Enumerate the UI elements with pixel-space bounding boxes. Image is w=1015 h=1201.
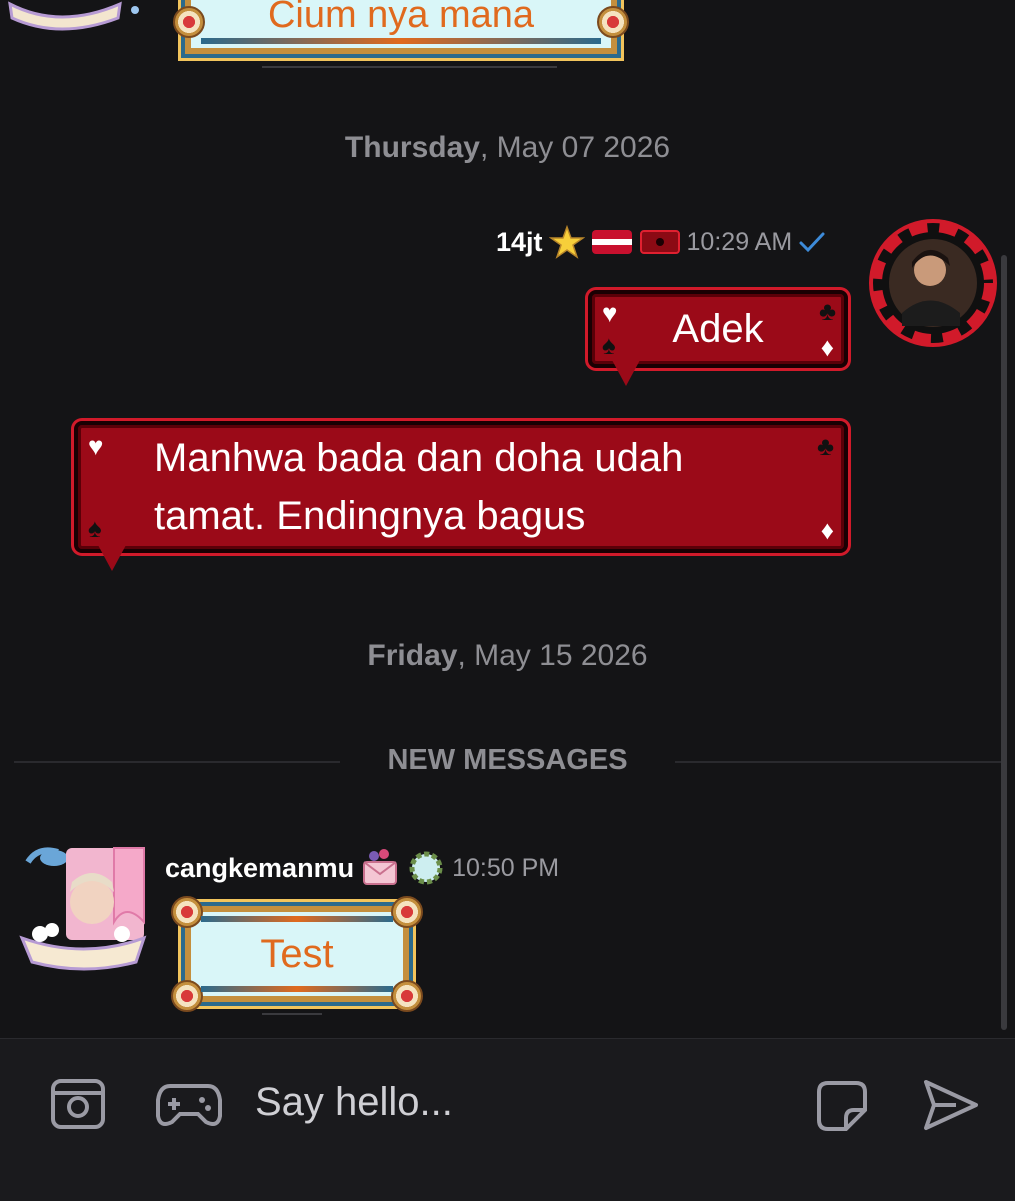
outgoing-message-bubble[interactable]: ♥ ♣ ♠ ♦ Manhwa bada dan doha udah tamat.… bbox=[74, 421, 848, 553]
new-messages-label: NEW MESSAGES bbox=[387, 744, 628, 776]
previous-avatar[interactable] bbox=[0, 0, 150, 32]
message-text: Adek bbox=[672, 307, 764, 351]
message-text: Test bbox=[260, 932, 334, 976]
outgoing-message-bubble[interactable]: ♥ ♣ ♠ ♦ Adek bbox=[588, 290, 848, 368]
sticker-icon[interactable] bbox=[816, 1080, 868, 1137]
incoming-meta: cangkemanmu 10:50 PM bbox=[165, 848, 559, 888]
message-input[interactable]: Say hello... bbox=[255, 1080, 453, 1125]
previous-message-bubble[interactable]: Cium nya mana bbox=[173, 0, 629, 54]
diamond-icon: ♦ bbox=[820, 515, 834, 545]
flag-badge-icon bbox=[591, 230, 632, 254]
outgoing-avatar[interactable] bbox=[868, 218, 998, 348]
love-letter-icon bbox=[363, 849, 398, 885]
date-separator: Thursday, May 07 2026 bbox=[344, 131, 671, 164]
heart-icon: ♥ bbox=[88, 431, 104, 461]
ornament-icon bbox=[171, 980, 203, 1012]
ornament-icon bbox=[391, 980, 423, 1012]
scrollbar[interactable] bbox=[1001, 255, 1007, 1030]
divider bbox=[262, 66, 557, 68]
previous-message-text: Cium nya mana bbox=[267, 0, 535, 36]
checkmark-icon bbox=[799, 232, 825, 253]
incoming-avatar[interactable] bbox=[18, 842, 150, 974]
wreath-icon bbox=[409, 851, 443, 885]
gamepad-icon[interactable] bbox=[156, 1080, 222, 1135]
message-text: Manhwa bada dan doha udah tamat. Endingn… bbox=[154, 436, 684, 538]
send-icon[interactable] bbox=[922, 1076, 980, 1139]
ornament-icon bbox=[391, 896, 423, 928]
star-icon bbox=[548, 225, 585, 259]
camera-icon[interactable] bbox=[50, 1078, 106, 1135]
club-icon: ♣ bbox=[816, 431, 834, 461]
message-time: 10:29 AM bbox=[686, 227, 793, 256]
bubble-tail bbox=[612, 360, 640, 386]
date-separator: Friday, May 15 2026 bbox=[367, 639, 648, 672]
incoming-message-bubble[interactable]: Test bbox=[171, 896, 423, 1012]
divider bbox=[262, 1013, 322, 1015]
message-time: 10:50 PM bbox=[452, 853, 560, 882]
card-badge-icon bbox=[639, 230, 680, 254]
bubble-tail bbox=[98, 545, 126, 571]
spade-icon: ♠ bbox=[88, 513, 102, 543]
outgoing-meta: 14jt 10:29 AM bbox=[496, 224, 826, 260]
ornament-icon bbox=[171, 896, 203, 928]
sender-name[interactable]: cangkemanmu bbox=[165, 853, 354, 884]
sender-name[interactable]: 14jt bbox=[496, 227, 543, 258]
